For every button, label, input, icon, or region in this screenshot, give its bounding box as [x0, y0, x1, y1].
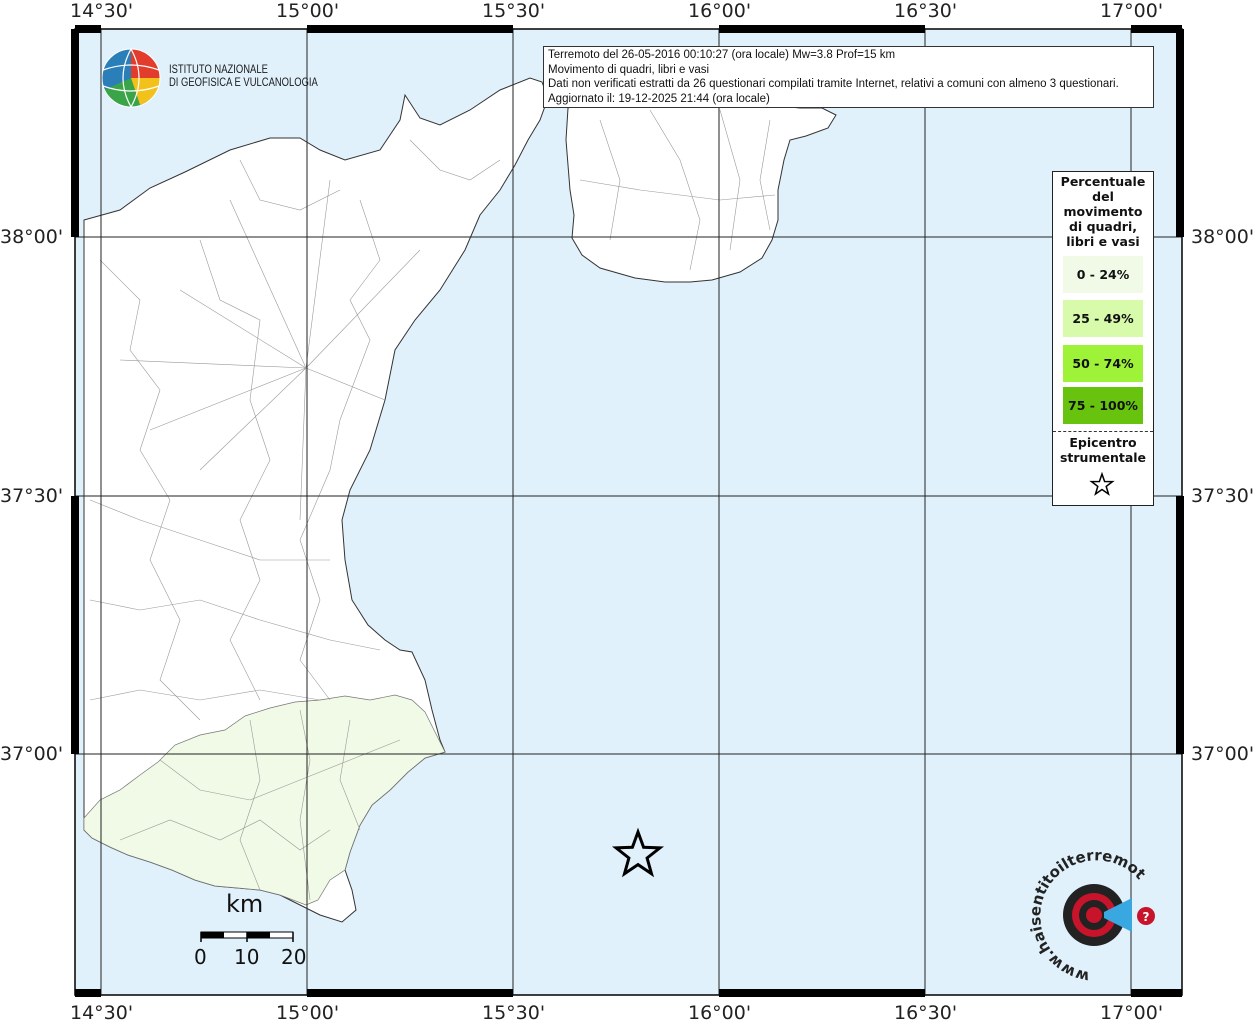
- lon-label-bottom-2: 15°00': [276, 1002, 340, 1024]
- lon-label-top-6: 17°00': [1100, 0, 1164, 22]
- legend-class-3: 75 - 100%: [1063, 387, 1143, 424]
- ingv-logo-line1: ISTITUTO NAZIONALE: [169, 64, 268, 76]
- lat-label-right-2: 37°30': [1191, 485, 1255, 507]
- legend: Percentuale del movimento di quadri, lib…: [1052, 171, 1154, 506]
- ingv-logo-line2: DI GEOFISICA E VULCANOLOGIA: [169, 77, 318, 89]
- legend-title: Percentuale del movimento di quadri, lib…: [1060, 174, 1146, 249]
- lon-label-bottom-1: 14°30': [70, 1002, 134, 1024]
- lon-label-top-2: 15°00': [276, 0, 340, 22]
- update-timestamp: Aggiornato il: 19-12-2025 21:44 (ora loc…: [548, 92, 770, 105]
- legend-class-2: 50 - 74%: [1063, 345, 1143, 382]
- lat-label-left-3: 37°00': [0, 743, 64, 765]
- lon-label-top-1: 14°30': [70, 0, 134, 22]
- map-canvas: ? www.haisentitoilterremoto.it: [0, 0, 1184, 997]
- legend-class-0: 0 - 24%: [1063, 256, 1143, 293]
- legend-class-1: 25 - 49%: [1063, 300, 1143, 337]
- event-title: Terremoto del 26-05-2016 00:10:27 (ora l…: [548, 49, 896, 61]
- scale-tick-10: 10: [234, 945, 260, 969]
- lon-label-bottom-5: 16°30': [894, 1002, 958, 1024]
- legend-epicenter-label: Epicentro strumentale: [1059, 435, 1147, 465]
- lat-label-right-1: 38°00': [1191, 226, 1255, 248]
- svg-text:?: ?: [1143, 910, 1150, 924]
- lon-label-bottom-4: 16°00': [688, 1002, 752, 1024]
- lat-label-left-2: 37°30': [0, 485, 64, 507]
- map-subject: Movimento di quadri, libri e vasi: [548, 63, 710, 76]
- legend-star-icon: [1089, 472, 1115, 496]
- ingv-logo-text: ISTITUTO NAZIONALE DI GEOFISICA E VULCAN…: [169, 64, 318, 90]
- event-info-box: Terremoto del 26-05-2016 00:10:27 (ora l…: [543, 46, 1154, 108]
- scale-tick-0: 0: [194, 945, 207, 969]
- lon-label-bottom-6: 17°00': [1100, 1002, 1164, 1024]
- legend-separator: [1053, 431, 1153, 432]
- lat-label-right-3: 37°00': [1191, 743, 1255, 765]
- lon-label-top-4: 16°00': [688, 0, 752, 22]
- data-note: Dati non verificati estratti da 26 quest…: [548, 78, 1119, 90]
- lat-label-left-1: 38°00': [0, 226, 64, 248]
- lon-label-top-3: 15°30': [482, 0, 546, 22]
- lon-label-top-5: 16°30': [894, 0, 958, 22]
- scale-unit: km: [226, 890, 264, 918]
- lon-label-bottom-3: 15°30': [482, 1002, 546, 1024]
- scale-tick-20: 20: [281, 945, 307, 969]
- ingv-logo-icon: [101, 48, 161, 108]
